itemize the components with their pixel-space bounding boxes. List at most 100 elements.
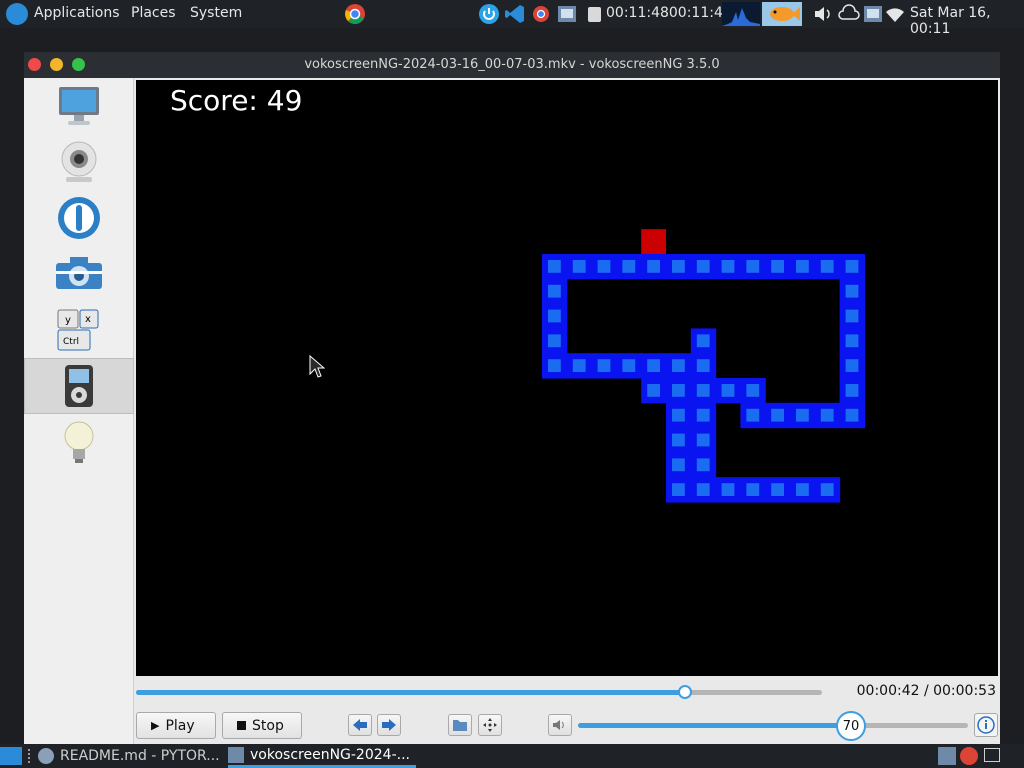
sidebar-item-webcam[interactable] xyxy=(24,134,134,190)
screencast-tray-icon[interactable] xyxy=(556,3,578,25)
system-monitor-graph[interactable] xyxy=(722,2,760,26)
seek-slider[interactable] xyxy=(136,685,822,699)
snake-segment-inner xyxy=(647,384,660,397)
taskbar: README.md - PYTOR... vokoscreenNG-2024-.… xyxy=(0,744,1024,768)
clock-datetime[interactable]: Sat Mar 16, 00:11 xyxy=(910,5,1024,37)
video-area[interactable]: Score: 49 xyxy=(136,80,998,676)
sidebar-item-power[interactable] xyxy=(24,190,134,246)
clipboard-tray-icon[interactable] xyxy=(584,3,606,25)
snake-segment-inner xyxy=(548,359,561,372)
snake-segment-inner xyxy=(771,483,784,496)
snake-segment-inner xyxy=(820,408,834,422)
info-button[interactable] xyxy=(974,713,998,737)
wifi-tray-icon[interactable] xyxy=(884,3,906,25)
snake-segment-inner xyxy=(796,260,809,273)
minimize-window-button[interactable] xyxy=(50,58,63,71)
snake-segment-inner xyxy=(548,309,561,323)
snake-segment-inner xyxy=(696,483,710,496)
stop-icon xyxy=(237,721,246,730)
volume-tray-icon[interactable] xyxy=(812,3,834,25)
snake-segment-inner xyxy=(672,458,685,472)
chrome-tray-icon[interactable] xyxy=(530,3,552,25)
fish-applet-icon[interactable] xyxy=(762,2,802,26)
volume-handle[interactable]: 70 xyxy=(836,711,866,741)
snake-segment-inner xyxy=(696,458,710,472)
stop-button[interactable]: Stop xyxy=(222,712,302,739)
snake-segment-inner xyxy=(696,260,710,273)
sidebar-item-camera[interactable] xyxy=(24,246,134,302)
snake-segment-inner xyxy=(796,483,809,496)
snake-segment-inner xyxy=(696,433,710,447)
snake-segment-inner xyxy=(597,260,611,273)
snake-segment-inner xyxy=(746,384,760,397)
svg-text:y: y xyxy=(65,315,71,326)
vokoscreen-app-icon xyxy=(228,746,244,763)
sidebar-item-screen[interactable] xyxy=(24,78,134,134)
play-icon: ▶ xyxy=(151,719,160,732)
snake-segment-inner xyxy=(721,483,735,496)
snake-segment-inner xyxy=(672,359,685,372)
sidebar-item-media-player[interactable] xyxy=(24,358,134,414)
lightbulb-icon xyxy=(64,421,94,463)
sidebar-item-lightbulb[interactable] xyxy=(24,414,134,470)
snake-segment-inner xyxy=(696,384,710,397)
window-titlebar[interactable]: vokoscreenNG-2024-03-16_00-07-03.mkv - v… xyxy=(24,52,1000,78)
snake-segment-inner xyxy=(548,260,561,273)
snake-segment-inner xyxy=(820,483,834,496)
mute-button[interactable] xyxy=(548,714,572,736)
task-vokoscreen[interactable]: vokoscreenNG-2024-... xyxy=(228,744,416,768)
svg-text:x: x xyxy=(85,314,91,325)
frame-forward-button[interactable] xyxy=(377,714,401,736)
snake-segment-inner xyxy=(597,359,611,372)
play-button[interactable]: ▶ Play xyxy=(136,712,216,739)
recording-timer: 00:11:4800:11:48 xyxy=(606,5,732,21)
vscode-tray-icon[interactable] xyxy=(504,3,526,25)
snake-segment-inner xyxy=(572,359,586,372)
food-pellet xyxy=(641,229,666,254)
task-vokoscreen-label: vokoscreenNG-2024-... xyxy=(250,746,410,763)
menu-system[interactable]: System xyxy=(190,5,242,21)
time-display: 00:00:42 / 00:00:53 xyxy=(856,683,996,699)
distro-logo-icon[interactable] xyxy=(6,3,28,25)
snake-segment-inner xyxy=(672,408,685,422)
show-desktop-icon[interactable] xyxy=(0,747,22,765)
camera-icon xyxy=(56,257,102,289)
play-label: Play xyxy=(165,717,195,734)
snake-segment-inner xyxy=(845,334,859,348)
screencast-taskbar-icon[interactable] xyxy=(938,747,956,765)
open-file-button[interactable] xyxy=(448,714,472,736)
task-readme[interactable]: README.md - PYTOR... xyxy=(38,744,222,768)
snake-segment-inner xyxy=(796,408,809,422)
chrome-launcher-icon[interactable] xyxy=(344,3,366,25)
speaker-icon xyxy=(553,720,564,730)
menu-applications[interactable]: Applications xyxy=(34,5,120,21)
snake-segment-inner xyxy=(672,483,685,496)
screencast2-tray-icon[interactable] xyxy=(862,3,884,25)
menu-places[interactable]: Places xyxy=(131,5,176,21)
seek-handle[interactable] xyxy=(677,685,692,699)
game-board xyxy=(542,229,865,503)
snake-segment-inner xyxy=(548,334,561,348)
sidebar-item-keyboard[interactable]: y x Ctrl xyxy=(24,302,134,358)
maximize-window-button[interactable] xyxy=(72,58,85,71)
screen-icon xyxy=(59,87,99,125)
snake-segment-inner xyxy=(672,433,685,447)
power-tray-icon[interactable] xyxy=(478,3,500,25)
snake-segment-inner xyxy=(771,260,784,273)
info-icon xyxy=(977,716,995,734)
cloud-sync-tray-icon[interactable] xyxy=(838,3,860,25)
taskbar-handle-icon[interactable] xyxy=(28,749,32,763)
move-arrows-icon xyxy=(483,718,497,732)
window-taskbar-icon[interactable] xyxy=(984,748,1000,762)
keyboard-icon: y x Ctrl xyxy=(57,309,99,351)
snake-segment-inner xyxy=(845,260,859,273)
frame-back-button[interactable] xyxy=(348,714,372,736)
snake-segment-inner xyxy=(746,408,760,422)
volume-slider[interactable]: 70 xyxy=(578,711,968,741)
svg-text:Ctrl: Ctrl xyxy=(63,337,79,347)
fullscreen-button[interactable] xyxy=(478,714,502,736)
snake-segment-inner xyxy=(845,309,859,323)
chrome-taskbar-icon[interactable] xyxy=(960,747,978,765)
snake-segment-inner xyxy=(746,260,760,273)
close-window-button[interactable] xyxy=(28,58,41,71)
